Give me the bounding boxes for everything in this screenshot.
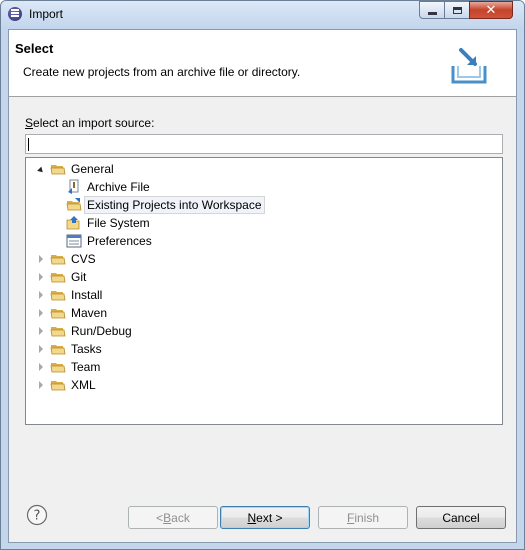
back-mnemonic: B bbox=[163, 510, 172, 525]
tree-item-label: Run/Debug bbox=[71, 324, 132, 338]
import-dialog-window: Import ✕ Select Create new projects from… bbox=[0, 0, 525, 550]
import-wizard-icon bbox=[451, 48, 487, 84]
archive-file-icon bbox=[68, 179, 79, 194]
tree-item-label: Tasks bbox=[71, 342, 102, 356]
back-label: ack bbox=[171, 510, 190, 525]
folder-open-icon bbox=[50, 165, 66, 175]
expand-toggle-icon[interactable] bbox=[36, 358, 46, 376]
finish-label: inish bbox=[354, 510, 380, 525]
mnemonic-s: S bbox=[25, 116, 34, 130]
finish-button[interactable]: Finish bbox=[318, 506, 408, 529]
expand-toggle-icon[interactable] bbox=[36, 304, 46, 322]
close-icon: ✕ bbox=[485, 2, 497, 18]
page-title: Select bbox=[15, 41, 54, 56]
folder-icon bbox=[50, 363, 66, 373]
cancel-button[interactable]: Cancel bbox=[416, 506, 506, 529]
cancel-label: Cancel bbox=[442, 510, 480, 525]
tree-item-label: Install bbox=[71, 288, 103, 302]
window-title: Import bbox=[29, 7, 64, 21]
wizard-banner: Select Create new projects from an archi… bbox=[9, 30, 516, 97]
next-button[interactable]: Next > bbox=[220, 506, 310, 529]
tree-item-label: CVS bbox=[71, 252, 96, 266]
tree-item-label: Preferences bbox=[87, 234, 152, 248]
title-bar[interactable]: Import ✕ bbox=[1, 1, 524, 29]
dialog-client-area: Select Create new projects from an archi… bbox=[8, 29, 517, 543]
import-source-filter-input[interactable] bbox=[25, 134, 503, 154]
folder-icon bbox=[50, 255, 66, 265]
expand-toggle-icon[interactable] bbox=[36, 250, 46, 268]
folder-icon bbox=[50, 309, 66, 319]
expand-toggle-icon[interactable] bbox=[36, 376, 46, 394]
next-label: ext > bbox=[256, 510, 283, 525]
expand-toggle-icon[interactable] bbox=[36, 340, 46, 358]
import-source-label: Select an import source: bbox=[25, 116, 154, 130]
help-icon[interactable]: ? bbox=[26, 504, 48, 526]
tree-item-label: File System bbox=[87, 216, 150, 230]
expand-toggle-icon[interactable] bbox=[36, 322, 46, 340]
tree-item-label: Team bbox=[71, 360, 101, 374]
expand-toggle-icon[interactable] bbox=[36, 286, 46, 304]
preferences-icon bbox=[66, 234, 82, 248]
page-description: Create new projects from an archive file… bbox=[23, 65, 301, 79]
finish-mnemonic: F bbox=[346, 510, 355, 525]
next-mnemonic: N bbox=[247, 510, 257, 525]
tree-item-label: Archive File bbox=[87, 180, 150, 194]
existing-projects-icon bbox=[66, 198, 82, 211]
import-source-tree[interactable]: General Archive File Existing Projects i… bbox=[25, 157, 503, 425]
back-prefix: < bbox=[156, 510, 164, 525]
file-system-icon bbox=[66, 216, 80, 230]
wizard-content: Select an import source: General Archive… bbox=[9, 108, 516, 488]
button-bar: ? < Back Next > Finish Cancel bbox=[9, 502, 516, 542]
minimize-icon bbox=[427, 11, 437, 15]
folder-icon bbox=[50, 327, 66, 337]
maximize-icon bbox=[452, 6, 462, 14]
tree-item-label: Git bbox=[71, 270, 87, 284]
minimize-button[interactable] bbox=[419, 1, 445, 19]
maximize-button[interactable] bbox=[444, 1, 470, 19]
close-button[interactable]: ✕ bbox=[469, 1, 513, 19]
folder-icon bbox=[50, 381, 66, 391]
back-button[interactable]: < Back bbox=[128, 506, 218, 529]
folder-icon bbox=[50, 345, 66, 355]
tree-item-label: XML bbox=[71, 378, 96, 392]
tree-item-label: General bbox=[71, 162, 114, 176]
expand-toggle-icon[interactable] bbox=[36, 268, 46, 286]
label-rest: elect an import source: bbox=[33, 116, 155, 130]
text-caret bbox=[28, 138, 29, 151]
tree-item-label: Existing Projects into Workspace bbox=[84, 196, 265, 214]
folder-icon bbox=[50, 291, 66, 301]
svg-text:?: ? bbox=[34, 509, 41, 524]
folder-icon bbox=[50, 273, 66, 283]
expand-toggle-icon[interactable] bbox=[36, 160, 46, 178]
tree-item-label: Maven bbox=[71, 306, 108, 320]
eclipse-icon bbox=[8, 7, 22, 21]
